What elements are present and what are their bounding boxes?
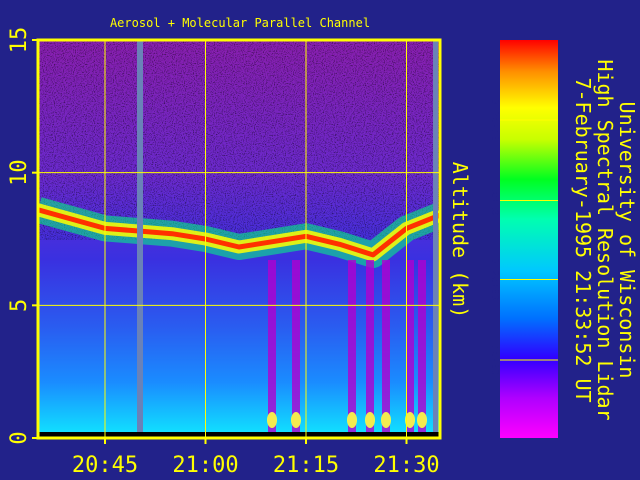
- data-gap-bar: [137, 40, 143, 436]
- colorbar-tick-label-2: 1e+10: [489, 185, 500, 215]
- y-tick-label-0: 0: [7, 431, 32, 444]
- side-title-instrument: High Spectral Resolution Lidar: [593, 59, 617, 420]
- data-gap-bar-right: [433, 40, 438, 436]
- fallstreak-4: [382, 260, 390, 432]
- colorbar-tick-label-1: 3.2e+09: [489, 258, 500, 300]
- fallstreak-base-6: [417, 412, 427, 428]
- fallstreak-6: [418, 260, 426, 432]
- y-tick-label-2: 10: [7, 159, 32, 186]
- fallstreak-base-4: [381, 412, 391, 428]
- fallstreak-base-3: [365, 412, 375, 428]
- fallstreak-base-2: [347, 412, 357, 428]
- fallstreak-base-1: [291, 412, 301, 428]
- fallstreak-0: [268, 260, 276, 432]
- y-tick-label-3: 15: [7, 27, 32, 54]
- x-tick-label-3: 21:30: [373, 453, 439, 478]
- colorbar-tick-label-0: 1e+09: [489, 345, 500, 375]
- plot-area: [38, 40, 440, 438]
- side-title-institution: University of Wisconsin: [615, 102, 639, 379]
- fallstreak-1: [292, 260, 300, 432]
- y-axis-label: Altitude (km): [448, 162, 472, 319]
- x-axis: 20:45 21:00 21:15 21:30: [72, 438, 440, 478]
- fallstreak-5: [406, 260, 414, 432]
- fallstreak-2: [348, 260, 356, 432]
- side-title-timestamp: 7-February-1995 21:33:52 UT: [571, 77, 595, 402]
- noise-speckle: [38, 40, 440, 240]
- x-tick-label-2: 21:15: [273, 453, 339, 478]
- y-tick-label-1: 5: [7, 299, 32, 312]
- side-title: University of Wisconsin High Spectral Re…: [571, 59, 639, 420]
- colorbar-tick-label-3: 3.2e+10: [489, 99, 500, 141]
- lidar-chart: Aerosol + Molecular Parallel Channel 0 5 1…: [7, 16, 639, 478]
- colorbar: [500, 40, 558, 438]
- fallstreak-3: [366, 260, 374, 432]
- x-tick-label-1: 21:00: [172, 453, 238, 478]
- fallstreak-base-0: [267, 412, 277, 428]
- y-axis: 0 5 10 15: [7, 27, 38, 445]
- x-tick-label-0: 20:45: [72, 453, 138, 478]
- chart-title: Aerosol + Molecular Parallel Channel: [110, 16, 370, 30]
